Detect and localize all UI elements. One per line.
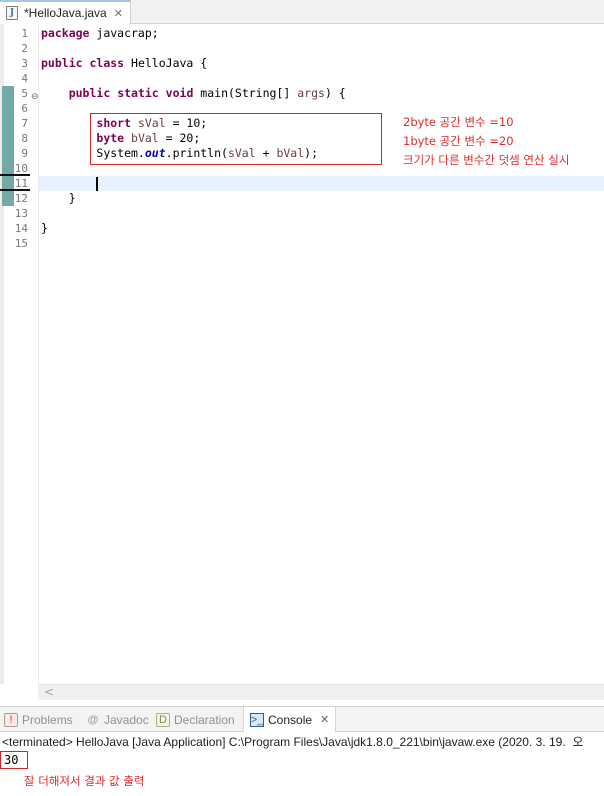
gutter-separator	[38, 24, 39, 684]
collapse-icon[interactable]: ⊖	[31, 92, 39, 102]
tab-label: Declaration	[174, 712, 235, 727]
close-icon[interactable]: ✕	[114, 7, 123, 20]
horizontal-scrollbar[interactable]: <	[38, 684, 604, 700]
console-icon: >_	[250, 712, 264, 727]
annotation-note: 1byte 공간 변수 =20	[403, 134, 514, 148]
code-line-5: public static void main(String[] args) {	[41, 86, 604, 101]
code-line-11-current	[39, 176, 604, 191]
tab-label: Problems	[22, 712, 73, 727]
tab-problems[interactable]: ! Problems	[4, 707, 73, 732]
editor-tab-bar: J *HelloJava.java ✕	[0, 0, 604, 24]
line-number: 5	[21, 87, 28, 100]
tab-label: Console	[268, 712, 313, 727]
console-output: 30	[0, 751, 28, 769]
tab-declaration[interactable]: D Declaration	[156, 707, 235, 732]
line-number: 15	[14, 237, 28, 250]
output-annotation-note: 잘 더해져서 결과 값 출력	[24, 774, 145, 788]
javadoc-icon: @	[87, 713, 99, 726]
annotation-note: 크기가 다른 변수간 덧셈 연산 실시	[403, 153, 570, 167]
code-text: HelloJava {	[124, 56, 208, 70]
code-line-12: }	[41, 191, 604, 206]
code-highlight-box	[90, 113, 382, 165]
line-number: 3	[21, 57, 28, 70]
text-caret	[96, 176, 99, 191]
code-text: }	[68, 191, 76, 205]
annotation-notes: 2byte 공간 변수 =10 1byte 공간 변수 =20 크기가 다른 변…	[403, 113, 569, 170]
line-number: 13	[14, 207, 28, 220]
line-number: 8	[21, 132, 28, 145]
line-number: 1	[21, 27, 28, 40]
keyword: void	[165, 86, 194, 100]
line-number: 4	[21, 72, 28, 85]
line-number-gutter: 1 2 3 4 5 6 7 8 9 10 11 12 13 14 15	[0, 26, 30, 251]
close-icon[interactable]: ✕	[320, 713, 329, 726]
tab-console[interactable]: >_ Console ✕	[243, 707, 337, 732]
line-number: 2	[21, 42, 28, 55]
scroll-left-icon[interactable]: <	[44, 685, 54, 700]
code-line-1: package javacrap;	[41, 26, 604, 41]
line-number: 12	[14, 192, 28, 205]
editor-tab-hellojava[interactable]: J *HelloJava.java ✕	[0, 0, 131, 24]
line-number: 7	[21, 117, 28, 130]
java-file-icon: J	[6, 6, 18, 20]
declaration-icon: D	[156, 712, 170, 727]
panel-tab-bar: ! Problems @ Javadoc D Declaration >_ Co…	[0, 706, 604, 732]
code-text: ) {	[324, 86, 346, 100]
tab-label: Javadoc	[104, 712, 149, 727]
parameter: args	[297, 86, 325, 100]
keyword: public	[68, 86, 111, 100]
code-text: javacrap;	[89, 26, 159, 40]
tab-javadoc[interactable]: @ Javadoc	[86, 707, 149, 732]
editor-tab-label: *HelloJava.java	[24, 6, 107, 20]
line-number: 14	[14, 222, 28, 235]
code-text: }	[41, 221, 48, 235]
keyword: class	[89, 56, 125, 70]
keyword: package	[41, 26, 90, 40]
keyword: public	[41, 56, 83, 70]
code-line-14: }	[41, 221, 604, 236]
annotation-note: 2byte 공간 변수 =10	[403, 115, 514, 129]
code-editor[interactable]: 1 2 3 4 5 6 7 8 9 10 11 12 13 14 15 ⊖ pa…	[0, 24, 604, 706]
keyword: static	[117, 86, 159, 100]
line-number: 6	[21, 102, 28, 115]
problems-icon: !	[4, 712, 18, 727]
line-number: 10	[0, 161, 30, 176]
line-number: 9	[21, 147, 28, 160]
line-number: 11	[0, 176, 30, 191]
code-text: main(String[]	[193, 86, 298, 100]
console-process-header: <terminated> HelloJava [Java Application…	[2, 735, 584, 749]
code-line-3: public class HelloJava {	[41, 56, 604, 71]
